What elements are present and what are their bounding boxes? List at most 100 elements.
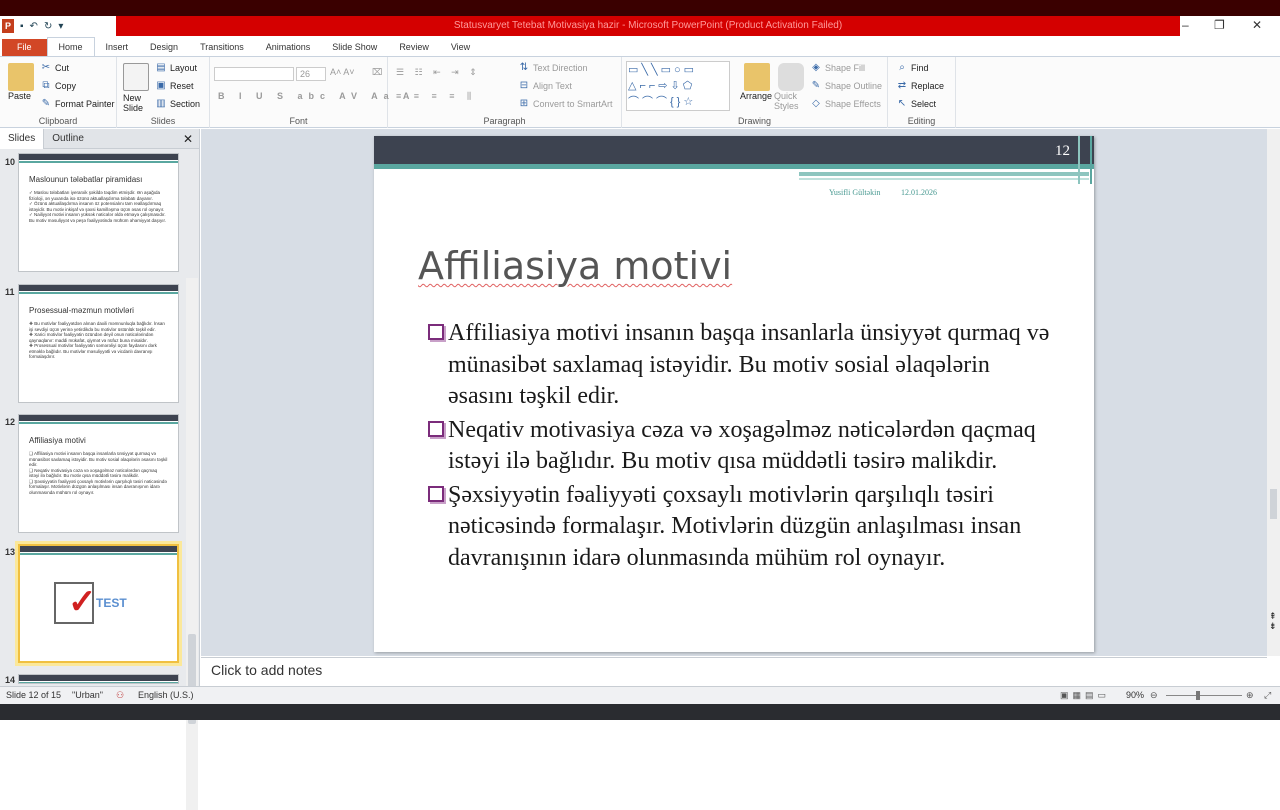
view-buttons[interactable]: ▣▦▤▭ — [1060, 690, 1110, 701]
arrange-button[interactable]: Arrange — [740, 91, 772, 101]
ribbon-tabs: File Home Insert Design Transitions Anim… — [0, 37, 1280, 57]
shape-fill-label: Shape Fill — [825, 63, 866, 73]
editor-scroll-thumb[interactable] — [1270, 489, 1277, 519]
shapes-gallery[interactable]: ▭╲╲▭○▭ △⌐⌐⇨⇩⬠ ⌒⌒⌒{}☆ — [626, 61, 730, 111]
zoom-level[interactable]: 90% — [1126, 690, 1144, 700]
new-slide-button[interactable]: New Slide — [123, 93, 151, 113]
align-icons[interactable]: ≡ ≡ ≡ ≡ ⫼ — [396, 91, 476, 102]
slides-group: New Slide ▤ Layout ▣ Reset ▥ Section Slides — [117, 57, 210, 128]
drawing-group: ▭╲╲▭○▭ △⌐⌐⇨⇩⬠ ⌒⌒⌒{}☆ Arrange Quick Style… — [622, 57, 888, 128]
slide-canvas[interactable]: 12 Yusifli Gültəkin 12.01.2026 Affiliasi… — [374, 136, 1094, 652]
paste-icon — [8, 63, 34, 91]
slide-body[interactable]: Affiliasiya motivi insanın başqa insanla… — [428, 318, 1058, 576]
customize-qat-icon[interactable]: ▾ — [58, 21, 63, 32]
header-accent-line — [799, 178, 1089, 180]
notes-pane[interactable]: Click to add notes — [201, 657, 1267, 686]
reset-button[interactable]: ▣ Reset — [155, 80, 193, 92]
zoom-slider-thumb[interactable] — [1196, 691, 1200, 700]
text-direction-button[interactable]: ⇅ Text Direction — [518, 62, 588, 74]
editor-scrollbar[interactable]: ⇞ ⇟ — [1267, 129, 1280, 656]
notes-placeholder[interactable]: Click to add notes — [211, 662, 322, 678]
tab-animations[interactable]: Animations — [255, 39, 322, 56]
copy-label: Copy — [55, 81, 77, 91]
convert-smartart-button[interactable]: ⊞ Convert to SmartArt — [518, 98, 613, 110]
section-button[interactable]: ▥ Section — [155, 98, 200, 110]
copy-button[interactable]: ⧉ Copy — [40, 80, 76, 92]
tab-insert[interactable]: Insert — [95, 39, 140, 56]
list-icons[interactable]: ☰ ☷ ⇤ ⇥ ⇕ — [396, 67, 481, 78]
tab-design[interactable]: Design — [139, 39, 189, 56]
slide-title[interactable]: Affiliasiya motivi — [418, 244, 732, 288]
close-pane-icon[interactable]: ✕ — [183, 132, 193, 146]
thumb-number: 13 — [5, 547, 16, 557]
minimize-icon[interactable]: – — [1182, 18, 1189, 32]
font-group: 26 A˄ A˅ ⌧ B I U S abc AV Aa A Font — [210, 57, 409, 128]
slide-thumbnail-12[interactable]: Affiliasiya motivi ❑ Affiliasiya motivi … — [18, 414, 179, 533]
scroll-page-icons[interactable]: ⇞ ⇟ — [1269, 611, 1277, 631]
slide-thumbnail-10[interactable]: Maslounun tələbatlar piramidası ✓ Maslou… — [18, 153, 179, 272]
title-bar: P ▪ ↶ ↻ ▾ Statusvaryet Tetebat Motivasiy… — [0, 0, 1280, 38]
font-size-select[interactable]: 26 — [296, 67, 326, 81]
header-accent-line — [799, 172, 1089, 176]
clipboard-group: Paste ✂ Cut ⧉ Copy ✎ Format Painter Clipboa… — [0, 57, 117, 128]
pane-scrollbar[interactable] — [186, 278, 198, 810]
undo-icon[interactable]: ↶ — [30, 21, 38, 32]
cursor-icon: ↖ — [897, 98, 907, 109]
bullet-text: Neqativ motivasiya cəza və xoşagəlməz nə… — [448, 416, 1036, 475]
effects-icon: ◇ — [812, 98, 820, 109]
pencil-icon: ✎ — [811, 80, 821, 91]
proofing-icon[interactable]: ⚇ — [116, 690, 124, 701]
find-button[interactable]: ⌕ Find — [896, 62, 928, 74]
layout-label: Layout — [170, 63, 198, 73]
zoom-in-icon[interactable]: ⊕ — [1246, 690, 1254, 701]
tab-home[interactable]: Home — [46, 37, 95, 56]
align-text-button[interactable]: ⊟ Align Text — [518, 80, 572, 92]
tab-slide-show[interactable]: Slide Show — [321, 39, 388, 56]
cut-button[interactable]: ✂ Cut — [40, 62, 69, 74]
restore-icon[interactable]: ❐ — [1214, 18, 1225, 32]
section-icon: ▥ — [156, 98, 166, 109]
paste-button[interactable]: Paste — [8, 91, 31, 101]
tab-slides[interactable]: Slides — [0, 128, 45, 149]
thumb-number: 12 — [5, 417, 16, 427]
reset-icon: ▣ — [156, 80, 166, 91]
slide-thumbnail-13[interactable]: ✓ TEST — [18, 544, 179, 663]
zoom-slider[interactable] — [1166, 695, 1242, 696]
shape-fill-button[interactable]: ◈ Shape Fill — [810, 62, 865, 74]
slides-label: Slides — [150, 116, 176, 126]
new-slide-icon — [123, 63, 149, 91]
status-bar: Slide 12 of 15 "Urban" ⚇ English (U.S.) … — [0, 686, 1280, 704]
tab-view[interactable]: View — [440, 39, 481, 56]
shape-effects-button[interactable]: ◇ Shape Effects — [810, 98, 881, 110]
scissors-icon: ✂ — [41, 62, 51, 73]
grow-font-icon[interactable]: A˄ A˅ — [330, 67, 355, 77]
layout-button[interactable]: ▤ Layout — [155, 62, 197, 74]
tab-transitions[interactable]: Transitions — [189, 39, 255, 56]
close-icon[interactable]: ✕ — [1252, 18, 1262, 32]
save-icon[interactable]: ▪ — [20, 21, 24, 32]
shape-effects-label: Shape Effects — [825, 99, 881, 109]
replace-icon: ⇄ — [897, 80, 907, 91]
language[interactable]: English (U.S.) — [138, 690, 194, 700]
fit-window-icon[interactable]: ⤢ — [1264, 690, 1271, 701]
replace-button[interactable]: ⇄ Replace — [896, 80, 944, 92]
copy-icon: ⧉ — [42, 80, 50, 91]
select-button[interactable]: ↖ Select — [896, 98, 936, 110]
slide-thumbnail-11[interactable]: Prosessual-məzmun motivləri ❖ Bu motivlə… — [18, 284, 179, 403]
zoom-out-icon[interactable]: ⊖ — [1150, 690, 1158, 701]
text-format-icons[interactable]: B I U S abc AV Aa A — [218, 91, 415, 101]
redo-icon[interactable]: ↻ — [44, 21, 52, 32]
quick-access-toolbar: P ▪ ↶ ↻ ▾ — [0, 16, 63, 36]
tab-outline[interactable]: Outline — [44, 129, 92, 149]
shape-outline-button[interactable]: ✎ Shape Outline — [810, 80, 882, 92]
ribbon: Paste ✂ Cut ⧉ Copy ✎ Format Painter Clipboa… — [0, 57, 1280, 128]
font-family-select[interactable] — [214, 67, 294, 81]
format-painter-button[interactable]: ✎ Format Painter — [40, 98, 115, 110]
slide-thumbnail-14[interactable] — [18, 674, 179, 684]
drawing-label: Drawing — [737, 116, 771, 126]
quick-styles-button[interactable]: Quick Styles — [774, 91, 804, 111]
text-direction-label: Text Direction — [533, 63, 588, 73]
tab-review[interactable]: Review — [388, 39, 440, 56]
clear-format-icon[interactable]: ⌧ — [372, 67, 382, 78]
tab-file[interactable]: File — [2, 39, 47, 56]
